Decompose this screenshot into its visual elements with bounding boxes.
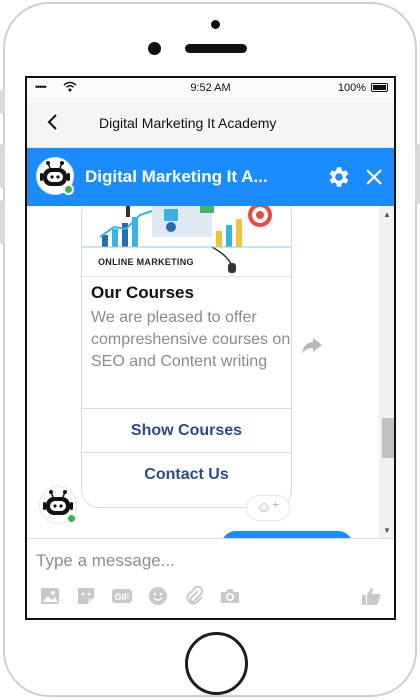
card-subtitle: We are pleased to offer compreshensive c… (91, 309, 291, 370)
scroll-up-arrow-icon[interactable]: ▲ (383, 210, 391, 219)
course-card: ONLINE MARKETING Our Courses We are plea… (81, 206, 292, 508)
chat-header: Digital Marketing It A... (27, 148, 394, 206)
emoji-icon[interactable] (147, 585, 169, 607)
gear-icon[interactable] (325, 164, 351, 190)
power-button (415, 144, 420, 204)
page-title: Digital Marketing It Academy (99, 115, 277, 131)
back-icon[interactable] (43, 112, 63, 132)
svg-text:GIF: GIF (115, 592, 131, 602)
message-input[interactable] (36, 549, 336, 573)
gif-icon[interactable]: GIF (111, 585, 133, 607)
battery-percent: 100% (337, 82, 366, 94)
online-status-dot (66, 513, 77, 524)
bot-avatar-small[interactable] (39, 486, 77, 524)
message-composer: GIF (27, 538, 394, 618)
camera-icon[interactable] (219, 585, 241, 607)
volume-down-button (0, 200, 5, 244)
outgoing-message-bubble[interactable] (221, 531, 353, 538)
online-marketing-illustration: ONLINE MARKETING (82, 206, 291, 277)
phone-screen: ••••• 9:52 AM 100% Digital Marketing It … (25, 76, 396, 620)
show-courses-button[interactable]: Show Courses (82, 408, 291, 452)
image-caption: ONLINE MARKETING (98, 257, 194, 267)
attachment-icon[interactable] (183, 585, 205, 607)
contact-us-button[interactable]: Contact Us (82, 452, 291, 496)
message-list[interactable]: ONLINE MARKETING Our Courses We are plea… (27, 206, 394, 538)
thumbs-up-icon[interactable] (360, 585, 382, 607)
navigation-bar: Digital Marketing It Academy (27, 98, 394, 148)
chat-title[interactable]: Digital Marketing It A... (85, 167, 268, 187)
card-title: Our Courses (91, 283, 194, 302)
battery-icon (371, 83, 388, 92)
status-bar: ••••• 9:52 AM 100% (27, 78, 394, 98)
proximity-sensor (211, 20, 220, 29)
bot-avatar[interactable] (36, 157, 74, 195)
share-icon[interactable] (301, 336, 323, 356)
mute-switch (0, 90, 5, 114)
front-camera (148, 42, 161, 55)
scroll-down-arrow-icon[interactable]: ▼ (383, 526, 391, 535)
photo-icon[interactable] (39, 585, 61, 607)
earpiece-speaker (185, 44, 247, 53)
scrollbar[interactable]: ▲ ▼ (379, 206, 394, 538)
online-status-dot (63, 184, 74, 195)
add-reaction-icon[interactable]: ☺⁺ (246, 495, 290, 521)
close-icon[interactable] (362, 165, 386, 189)
home-button[interactable] (185, 632, 248, 695)
sticker-icon[interactable] (75, 585, 97, 607)
volume-up-button (0, 144, 5, 188)
scrollbar-thumb[interactable] (382, 418, 394, 458)
